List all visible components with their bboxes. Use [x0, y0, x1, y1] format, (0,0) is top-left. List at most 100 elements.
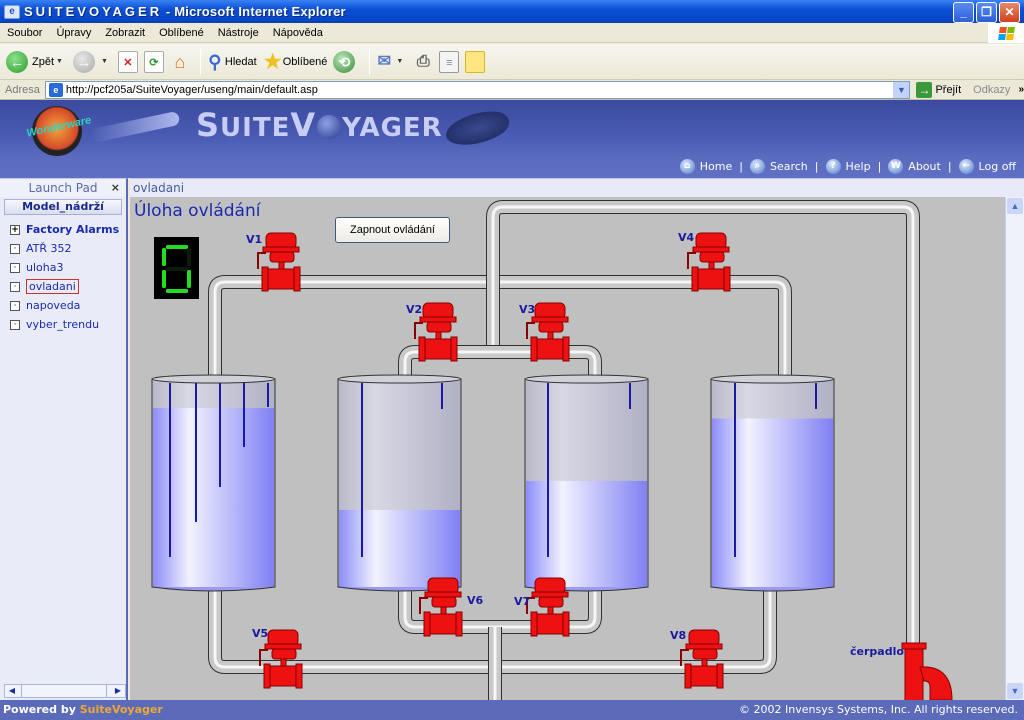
- history-icon: ⟲: [333, 50, 356, 73]
- nav-search[interactable]: ⌕ Search: [749, 159, 808, 174]
- scroll-down-arrow-icon[interactable]: ▼: [1007, 683, 1023, 699]
- valve-v4[interactable]: [687, 232, 731, 292]
- tank-top: [524, 374, 649, 384]
- print-button[interactable]: ⎙: [413, 51, 433, 73]
- tank-top: [151, 374, 276, 384]
- enable-control-button[interactable]: Zapnout ovládání: [335, 217, 450, 243]
- pump-label: čerpadlo: [850, 645, 904, 658]
- scroll-left-arrow-icon[interactable]: ◀: [5, 685, 19, 697]
- valve-actuator-base: [269, 251, 295, 263]
- launch-pad-header: Launch Pad ×: [0, 179, 126, 197]
- nav-logoff[interactable]: ← Log off: [958, 159, 1016, 174]
- expand-plus-icon[interactable]: +: [10, 224, 20, 235]
- valve-actuator-base: [692, 648, 718, 660]
- windows-logo-icon: [988, 23, 1024, 43]
- brand-part: V: [290, 106, 317, 144]
- tree-item-napoveda[interactable]: · napoveda: [0, 296, 126, 315]
- refresh-button[interactable]: ⟳: [143, 50, 164, 73]
- main-vscrollbar[interactable]: ▲ ▼: [1005, 197, 1024, 700]
- tree-item-atr-352[interactable]: · ATŘ 352: [0, 239, 126, 258]
- home-icon: ⌂: [679, 159, 695, 174]
- address-label: Adresa: [5, 83, 40, 96]
- valve-v8[interactable]: [680, 629, 724, 689]
- menu-file[interactable]: Soubor: [0, 27, 49, 39]
- powered-by-brand: SuiteVoyager: [79, 703, 163, 716]
- search-button[interactable]: ⚲ Hledat: [205, 51, 256, 73]
- forward-dropdown-icon[interactable]: ▼: [101, 58, 108, 65]
- home-button[interactable]: ⌂: [170, 51, 190, 73]
- mail-button[interactable]: ✉ ▼: [374, 51, 407, 73]
- back-dropdown-icon[interactable]: ▼: [56, 58, 63, 65]
- links-button[interactable]: Odkazy: [973, 84, 1010, 96]
- pump[interactable]: [901, 642, 953, 700]
- valve-label-v4: V4: [678, 231, 695, 244]
- menu-tools[interactable]: Nástroje: [211, 27, 266, 39]
- valve-v1[interactable]: [257, 232, 301, 292]
- discuss-button[interactable]: [465, 50, 486, 73]
- back-label: Zpět: [32, 55, 55, 68]
- mail-dropdown-icon[interactable]: ▼: [396, 58, 403, 65]
- nav-separator: |: [739, 160, 743, 173]
- mail-icon: ✉: [377, 52, 392, 70]
- tree-item-label: napoveda: [26, 299, 81, 312]
- scroll-right-arrow-icon[interactable]: ▶: [111, 685, 125, 697]
- valve-flange: [450, 336, 458, 362]
- tank-bottom: [151, 586, 276, 592]
- help-icon: ?: [825, 159, 841, 174]
- launch-pad-close-icon[interactable]: ×: [111, 181, 120, 194]
- close-button[interactable]: ✕: [999, 2, 1020, 23]
- star-icon: ★: [263, 50, 282, 73]
- edit-button[interactable]: ≡: [439, 50, 460, 73]
- search-icon: ⌕: [749, 159, 765, 174]
- history-button[interactable]: ⟲: [333, 50, 359, 73]
- note-icon: [465, 50, 486, 73]
- launch-pad-hscrollbar[interactable]: ◀ ▶: [4, 684, 126, 698]
- links-more-chevron-icon[interactable]: »: [1018, 84, 1024, 95]
- valve-actuator-rim: [419, 316, 457, 323]
- menu-help[interactable]: Nápověda: [266, 27, 330, 39]
- scroll-up-arrow-icon[interactable]: ▲: [1007, 198, 1023, 214]
- favorites-button[interactable]: ★ Oblíbené: [263, 51, 328, 73]
- scroll-thumb[interactable]: [21, 685, 107, 697]
- nav-about[interactable]: W About: [888, 159, 941, 174]
- nav-help[interactable]: ? Help: [825, 159, 871, 174]
- forward-button[interactable]: → ▼: [72, 50, 112, 73]
- valve-flange: [716, 663, 724, 689]
- address-dropdown-icon[interactable]: ▼: [893, 81, 910, 98]
- model-nadrzi-button[interactable]: Model_nádrží: [4, 199, 122, 215]
- stop-button[interactable]: ✕: [117, 50, 138, 73]
- tree-item-vyber-trendu[interactable]: · vyber_trendu: [0, 315, 126, 334]
- tree-item-uloha3[interactable]: · uloha3: [0, 258, 126, 277]
- valve-actuator-rim: [262, 246, 300, 253]
- minimize-button[interactable]: _: [953, 2, 974, 23]
- seven-segment-display: [154, 237, 199, 299]
- address-input[interactable]: e http://pcf205a/SuiteVoyager/useng/main…: [44, 80, 911, 99]
- restore-button[interactable]: ❐: [976, 2, 997, 23]
- nav-home-label: Home: [699, 160, 733, 173]
- menu-favorites[interactable]: Oblíbené: [152, 27, 211, 39]
- window-title-bar: e SUITEVOYAGER - Microsoft Internet Expl…: [0, 0, 1024, 23]
- tree-item-label-selected: ovladani: [26, 279, 79, 294]
- nav-home[interactable]: ⌂ Home: [679, 159, 733, 174]
- valve-label-v5: V5: [252, 627, 269, 640]
- address-url[interactable]: http://pcf205a/SuiteVoyager/useng/main/d…: [66, 84, 318, 96]
- valve-flange: [530, 611, 538, 637]
- toolbar-separator: [199, 48, 201, 75]
- tree-item-ovladani[interactable]: · ovladani: [0, 277, 126, 296]
- valve-flange: [684, 663, 692, 689]
- refresh-icon: ⟳: [143, 50, 164, 73]
- valve-actuator-base: [538, 596, 564, 608]
- go-button[interactable]: → Přejít: [916, 81, 961, 98]
- menu-edit[interactable]: Úpravy: [49, 27, 98, 39]
- tree-item-factory-alarms[interactable]: + Factory Alarms: [0, 220, 126, 239]
- valve-flange: [691, 266, 699, 292]
- launch-pad-tree: + Factory Alarms · ATŘ 352 · uloha3 · ovlada…: [0, 220, 126, 334]
- leaf-node-icon: ·: [10, 281, 20, 292]
- back-button[interactable]: ← Zpět ▼: [6, 50, 67, 73]
- brand-part: YAGER: [342, 113, 443, 143]
- tree-item-label: vyber_trendu: [26, 318, 100, 331]
- valve-actuator-rim: [692, 246, 730, 253]
- menu-view[interactable]: Zobrazit: [98, 27, 152, 39]
- segment-e: [162, 270, 166, 288]
- spaceship-graphic: [89, 110, 181, 144]
